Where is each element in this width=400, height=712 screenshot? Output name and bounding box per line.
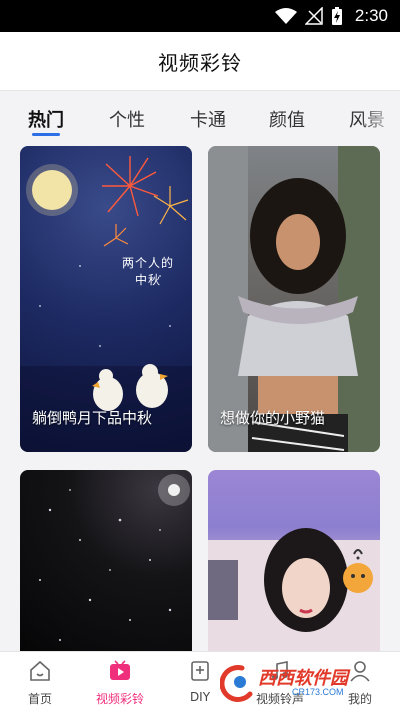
video-card-girl[interactable]	[208, 470, 380, 660]
page-title: 视频彩铃	[158, 50, 242, 75]
tabs-fade-edge	[360, 92, 400, 142]
nav-home[interactable]: 首页	[0, 652, 80, 712]
tab-cartoon[interactable]: 卡通	[190, 106, 226, 132]
tab-personality[interactable]: 个性	[109, 106, 145, 132]
diy-icon	[191, 661, 209, 681]
no-signal-icon	[304, 7, 323, 25]
home-icon	[30, 660, 50, 681]
active-tab-indicator	[32, 133, 60, 136]
video-card-mid-autumn[interactable]: 两个人的中秋 躺倒鸭月下品中秋	[20, 146, 192, 452]
video-card-starry[interactable]	[20, 470, 192, 660]
app-header: 视频彩铃	[0, 32, 400, 91]
clock-time: 2:30	[354, 6, 388, 25]
nav-label: 首页	[27, 692, 52, 706]
video-ringtone-icon	[110, 660, 130, 680]
nav-video-ringtone[interactable]: 视频彩铃	[80, 652, 160, 712]
girl-portrait-artwork	[208, 528, 380, 660]
site-watermark: 西西软件园 CR173.COM	[220, 662, 380, 702]
card-caption: 躺倒鸭月下品中秋	[32, 409, 153, 427]
watermark-subtext: CR173.COM	[292, 687, 344, 697]
card-overlay-text: 两个人的中秋	[121, 256, 174, 287]
tab-hot[interactable]: 热门	[28, 106, 64, 132]
wifi-icon	[274, 8, 297, 24]
battery-charging-icon	[331, 7, 342, 25]
nav-label: 视频彩铃	[95, 692, 144, 706]
tab-looks[interactable]: 颜值	[269, 106, 305, 132]
card-caption: 想做你的小野猫	[220, 409, 326, 427]
status-bar: 2:30	[0, 0, 400, 32]
category-tabs: 热门 个性 卡通 颜值 风景	[0, 92, 400, 142]
starry-sky-artwork	[39, 474, 190, 641]
video-card-wildcat[interactable]: 想做你的小野猫	[208, 146, 380, 452]
